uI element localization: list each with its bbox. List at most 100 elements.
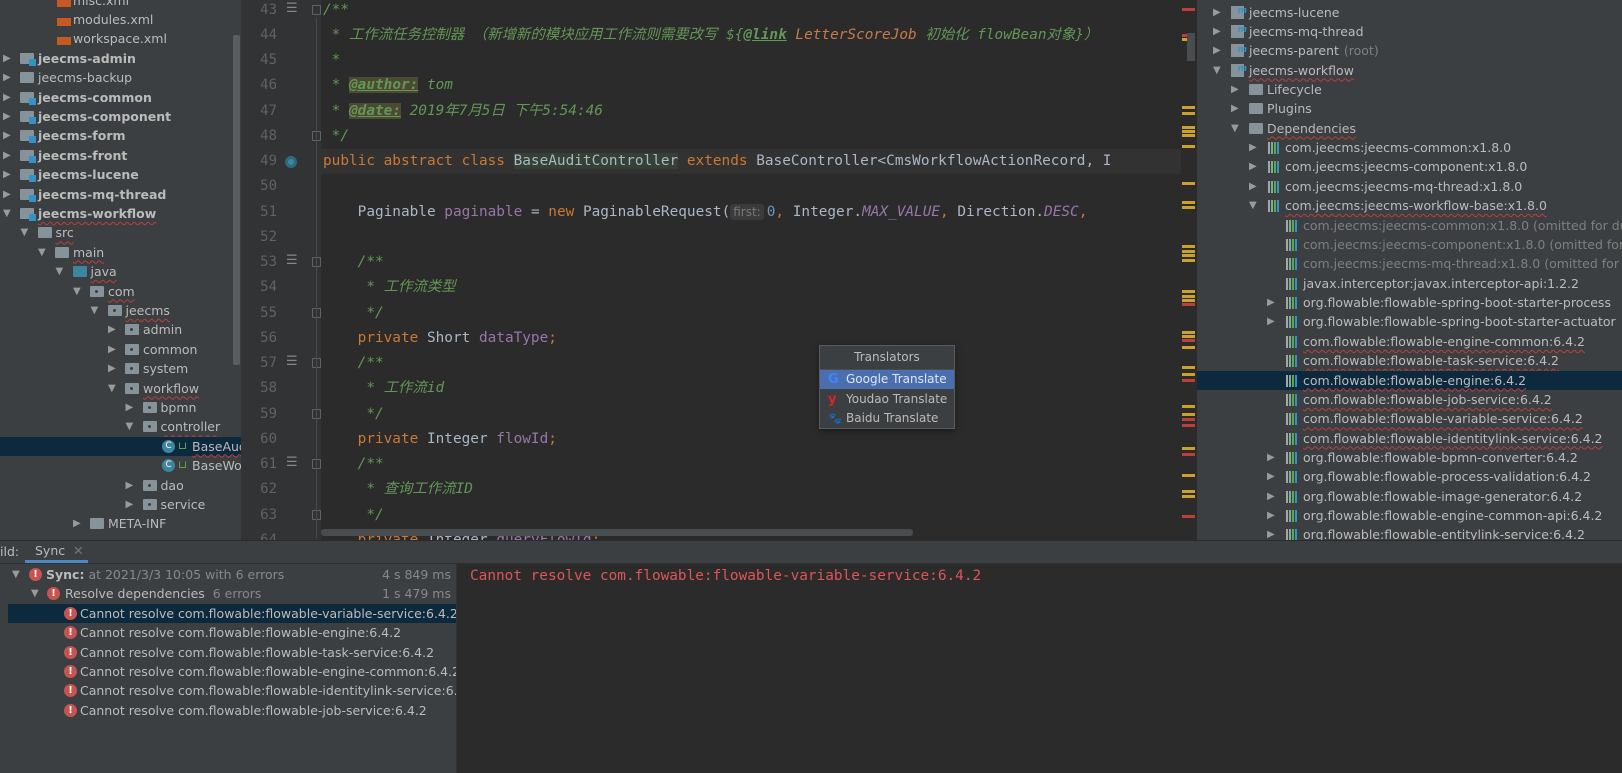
- error-stripe-mark[interactable]: [1182, 331, 1195, 334]
- chevron-right-icon[interactable]: ▶: [73, 514, 81, 533]
- error-stripe-mark[interactable]: [1182, 254, 1195, 257]
- chevron-down-icon[interactable]: ▼: [91, 301, 99, 320]
- tree-item[interactable]: ▼ jeecms: [0, 301, 241, 320]
- error-stripe-mark[interactable]: [1182, 303, 1195, 306]
- build-console[interactable]: Cannot resolve com.flowable:flowable-var…: [456, 564, 1622, 773]
- code-line[interactable]: Paginable paginable = new PaginableReque…: [323, 200, 1087, 225]
- code-line[interactable]: public abstract class BaseAuditControlle…: [321, 149, 1181, 174]
- maven-tree-item[interactable]: ▶ jeecms-lucene: [1197, 2, 1622, 22]
- maven-tree-item[interactable]: com.flowable:flowable-job-service:6.4.2: [1197, 390, 1622, 409]
- error-stripe-mark[interactable]: [1182, 447, 1195, 450]
- maven-tree-item[interactable]: com.jeecms:jeecms-common:x1.8.0 (omitted…: [1197, 216, 1622, 235]
- chevron-down-icon[interactable]: ▼: [108, 379, 116, 398]
- chevron-right-icon[interactable]: ▶: [3, 146, 11, 165]
- code-line[interactable]: */: [323, 503, 383, 528]
- error-stripe-mark[interactable]: [1182, 405, 1195, 408]
- chevron-right-icon[interactable]: ▶: [1267, 487, 1275, 506]
- tree-item[interactable]: ▶ jeecms-lucene: [0, 165, 241, 184]
- translator-item[interactable]: 🐾 Baidu Translate: [820, 409, 954, 428]
- tree-item[interactable]: ▼ jeecms-workflow: [0, 204, 241, 223]
- error-stripe-mark[interactable]: [1182, 474, 1195, 477]
- maven-tree-item[interactable]: ▶ com.jeecms:jeecms-mq-thread:x1.8.0: [1197, 177, 1622, 196]
- chevron-right-icon[interactable]: ▶: [1249, 138, 1257, 157]
- maven-tree-item[interactable]: ▶ org.flowable:flowable-bpmn-converter:6.…: [1197, 448, 1622, 467]
- chevron-right-icon[interactable]: ▶: [3, 185, 11, 204]
- maven-tree-item[interactable]: ▶ jeecms-mq-thread: [1197, 21, 1622, 41]
- maven-tree-item[interactable]: ▼ com.jeecms:jeecms-workflow-base:x1.8.0: [1197, 196, 1622, 215]
- chevron-right-icon[interactable]: ▶: [1267, 293, 1275, 312]
- error-stripe-mark[interactable]: [1182, 339, 1195, 342]
- build-error-row[interactable]: ! Cannot resolve com.flowable:flowable-id…: [8, 681, 478, 700]
- chevron-right-icon[interactable]: ▶: [1213, 22, 1221, 41]
- error-stripe-mark[interactable]: [1182, 130, 1195, 133]
- maven-tree-item[interactable]: ▶ org.flowable:flowable-image-generator:6…: [1197, 487, 1622, 506]
- maven-tree-item[interactable]: ▶ Plugins: [1197, 99, 1622, 118]
- stripe-scroll-thumb[interactable]: [1187, 33, 1195, 61]
- tree-item[interactable]: ▶ jeecms-component: [0, 107, 241, 126]
- error-stripe-mark[interactable]: [1182, 418, 1195, 421]
- tree-item[interactable]: ▼ workflow: [0, 379, 241, 398]
- error-stripe-mark[interactable]: [1182, 373, 1195, 376]
- tab-sync[interactable]: Sync ✕: [25, 541, 88, 563]
- chevron-right-icon[interactable]: ▶: [108, 340, 116, 359]
- code-line[interactable]: /**: [323, 250, 384, 275]
- sync-row[interactable]: ▼ ! Sync: at 2021/3/3 10:05 with 6 error…: [0, 565, 456, 584]
- chevron-right-icon[interactable]: ▶: [1267, 312, 1275, 331]
- tree-item[interactable]: C BaseWorkflowController: [0, 456, 241, 475]
- error-stripe-mark[interactable]: [1182, 201, 1195, 204]
- build-error-row[interactable]: ! Cannot resolve com.flowable:flowable-va…: [8, 604, 458, 624]
- tree-item[interactable]: ▼ controller: [0, 417, 241, 436]
- tree-item[interactable]: ▶ system: [0, 359, 241, 378]
- translator-item[interactable]: y Youdao Translate: [820, 390, 954, 409]
- tree-item[interactable]: ▼ java: [0, 262, 241, 281]
- error-stripe-mark[interactable]: [1182, 134, 1195, 137]
- code-line[interactable]: *: [323, 48, 341, 73]
- error-stripe-mark[interactable]: [1182, 182, 1195, 185]
- error-stripe-mark[interactable]: [1182, 490, 1195, 493]
- tree-item[interactable]: ▶ jeecms-front: [0, 146, 241, 165]
- chevron-down-icon[interactable]: ▼: [56, 262, 64, 281]
- maven-tree-item[interactable]: javax.interceptor:javax.interceptor-api:…: [1197, 274, 1622, 293]
- implemented-icon[interactable]: [285, 156, 297, 168]
- error-stripe-mark[interactable]: [1182, 112, 1195, 115]
- error-stripe-mark[interactable]: [1182, 366, 1195, 369]
- maven-tree-item[interactable]: ▶ com.jeecms:jeecms-component:x1.8.0: [1197, 157, 1622, 176]
- code-line[interactable]: * 工作流类型: [323, 275, 455, 300]
- maven-tree-item[interactable]: ▶ org.flowable:flowable-engine-common-api…: [1197, 506, 1622, 525]
- tree-item[interactable]: ▶ jeecms-common: [0, 88, 241, 107]
- chevron-right-icon[interactable]: ▶: [126, 495, 134, 514]
- build-error-row[interactable]: ! Cannot resolve com.flowable:flowable-ta…: [8, 643, 456, 662]
- error-stripe[interactable]: [1181, 0, 1197, 540]
- chevron-down-icon[interactable]: ▼: [21, 223, 29, 242]
- close-icon[interactable]: ✕: [73, 543, 83, 558]
- code-line[interactable]: * @date: 2019年7月5日 下午5:54:46: [323, 99, 603, 124]
- chevron-right-icon[interactable]: ▶: [1231, 99, 1239, 118]
- error-stripe-mark[interactable]: [1182, 453, 1195, 456]
- error-stripe-mark[interactable]: [1182, 295, 1195, 298]
- chevron-right-icon[interactable]: ▶: [3, 126, 11, 145]
- chevron-right-icon[interactable]: ▶: [1213, 3, 1221, 22]
- tree-item[interactable]: C BaseAuditController: [0, 436, 241, 457]
- code-line[interactable]: */: [323, 402, 383, 427]
- resolve-dependencies-row[interactable]: ▼ ! Resolve dependencies 6 errors 1 s 47…: [0, 584, 456, 603]
- code-line[interactable]: * 查询工作流ID: [323, 477, 473, 502]
- maven-tree-item[interactable]: com.flowable:flowable-task-service:6.4.2: [1197, 351, 1622, 370]
- tree-item[interactable]: ▶ META-INF: [0, 514, 241, 533]
- chevron-right-icon[interactable]: ▶: [108, 320, 116, 339]
- tree-item[interactable]: ▶ jeecms-mq-thread: [0, 185, 241, 204]
- error-stripe-mark[interactable]: [1182, 346, 1195, 349]
- tree-item[interactable]: ▶ admin: [0, 320, 241, 339]
- maven-tree-item[interactable]: com.jeecms:jeecms-mq-thread:x1.8.0 (omit…: [1197, 254, 1622, 273]
- code-line[interactable]: /**: [323, 0, 349, 23]
- error-stripe-mark[interactable]: [1182, 106, 1195, 109]
- code-line[interactable]: * 工作流id: [323, 376, 444, 401]
- tree-item[interactable]: ▶ common: [0, 340, 241, 359]
- tree-item[interactable]: ▼ main: [0, 243, 241, 262]
- maven-tree-item[interactable]: ▶ jeecms-parent (root): [1197, 41, 1622, 60]
- tree-item[interactable]: modules.xml: [0, 10, 241, 29]
- build-error-row[interactable]: ! Cannot resolve com.flowable:flowable-jo…: [8, 701, 456, 720]
- tree-item[interactable]: ▶ jeecms-form: [0, 126, 241, 145]
- chevron-right-icon[interactable]: ▶: [1267, 448, 1275, 467]
- error-stripe-mark[interactable]: [1182, 424, 1195, 427]
- tree-item[interactable]: ▶ service: [0, 495, 241, 514]
